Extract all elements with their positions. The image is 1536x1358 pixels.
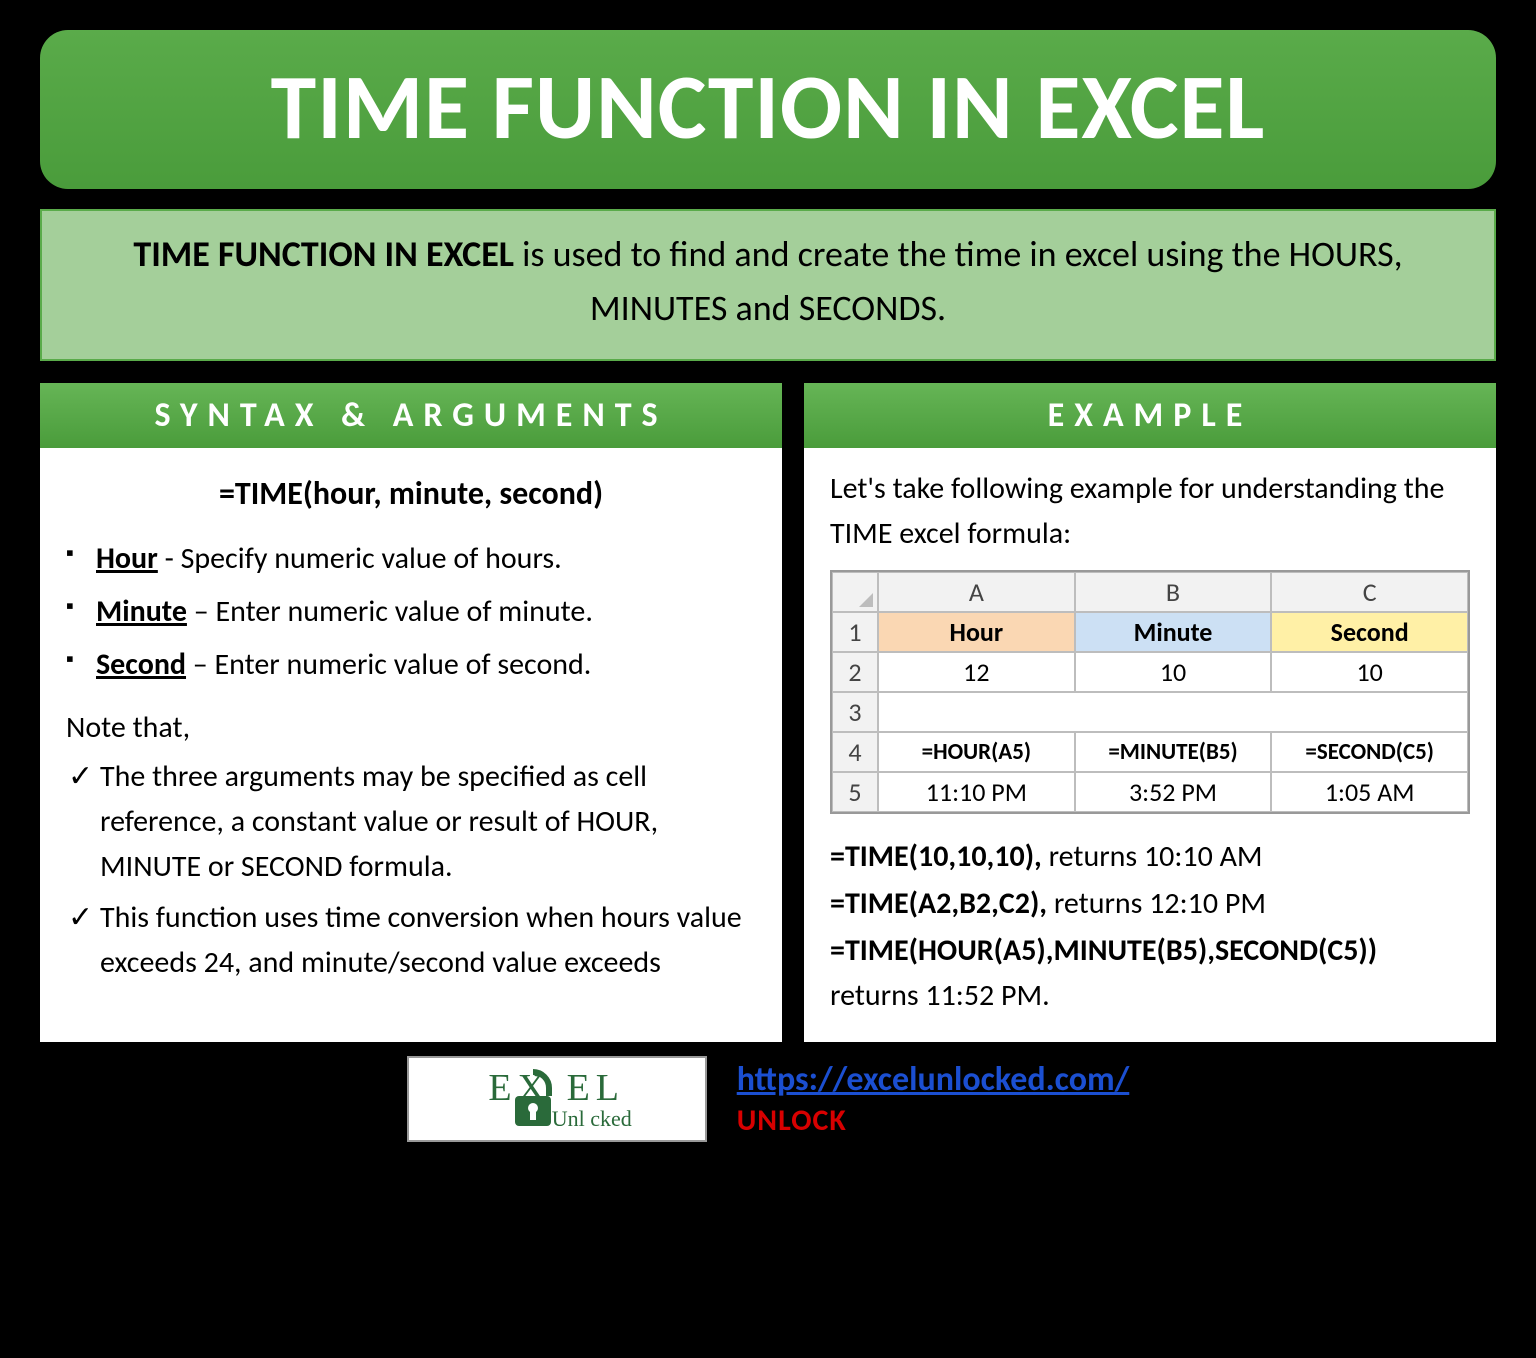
grid-header-row: A B C: [832, 572, 1468, 612]
example-header: EXAMPLE: [804, 383, 1496, 448]
notes-list: The three arguments may be specified as …: [66, 754, 756, 985]
result-lines: =TIME(10,10,10), returns 10:10 AM =TIME(…: [830, 834, 1470, 1018]
title-banner: TIME FUNCTION IN EXCEL: [40, 30, 1496, 189]
col-C: C: [1271, 572, 1468, 612]
col-B: B: [1075, 572, 1272, 612]
note-1: The three arguments may be specified as …: [66, 754, 756, 889]
result-3: =TIME(HOUR(A5),MINUTE(B5),SECOND(C5)) re…: [830, 928, 1470, 1018]
footer-text: https://excelunlocked.com/ UNLOCK: [737, 1059, 1130, 1139]
grid-row-3: 3: [832, 692, 1468, 732]
intro-bold: TIME FUNCTION IN EXCEL: [133, 232, 514, 276]
arg-second: Second – Enter numeric value of second.: [66, 642, 756, 687]
syntax-body: =TIME(hour, minute, second) Hour - Speci…: [40, 448, 782, 1013]
grid-row-5: 5 11:10 PM 3:52 PM 1:05 AM: [832, 772, 1468, 812]
arg-hour: Hour - Specify numeric value of hours.: [66, 536, 756, 581]
logo-line2: Unl cked: [552, 1106, 632, 1132]
syntax-formula: =TIME(hour, minute, second): [66, 470, 756, 518]
result-1: =TIME(10,10,10), returns 10:10 AM: [830, 834, 1470, 879]
arg-minute: Minute – Enter numeric value of minute.: [66, 589, 756, 634]
argument-list: Hour - Specify numeric value of hours. M…: [66, 536, 756, 687]
intro-rest: is used to find and create the time in e…: [514, 232, 1403, 330]
example-intro: Let's take following example for underst…: [830, 466, 1470, 556]
note-2: This function uses time conversion when …: [66, 895, 756, 985]
example-body: Let's take following example for underst…: [804, 448, 1496, 1042]
site-link[interactable]: https://excelunlocked.com/: [737, 1059, 1130, 1100]
page-title: TIME FUNCTION IN EXCEL: [40, 50, 1496, 163]
syntax-column: SYNTAX & ARGUMENTS =TIME(hour, minute, s…: [40, 383, 782, 1042]
intro-box: TIME FUNCTION IN EXCEL is used to find a…: [40, 209, 1496, 361]
grid-row-1: 1 Hour Minute Second: [832, 612, 1468, 652]
unlock-label: UNLOCK: [737, 1102, 1130, 1139]
result-2: =TIME(A2,B2,C2), returns 12:10 PM: [830, 881, 1470, 926]
excel-grid: A B C 1 Hour Minute Second 2 12 10 10: [830, 570, 1470, 814]
syntax-header: SYNTAX & ARGUMENTS: [40, 383, 782, 448]
excel-unlocked-logo: EX EL Unl cked: [407, 1056, 707, 1142]
col-A: A: [878, 572, 1075, 612]
grid-row-2: 2 12 10 10: [832, 652, 1468, 692]
note-label: Note that,: [66, 705, 756, 750]
footer: EX EL Unl cked https://excelunlocked.com…: [40, 1056, 1496, 1142]
grid-corner: [832, 572, 878, 612]
columns: SYNTAX & ARGUMENTS =TIME(hour, minute, s…: [40, 383, 1496, 1042]
example-column: EXAMPLE Let's take following example for…: [804, 383, 1496, 1042]
padlock-icon: [507, 1068, 559, 1130]
grid-row-4: 4 =HOUR(A5) =MINUTE(B5) =SECOND(C5): [832, 732, 1468, 772]
